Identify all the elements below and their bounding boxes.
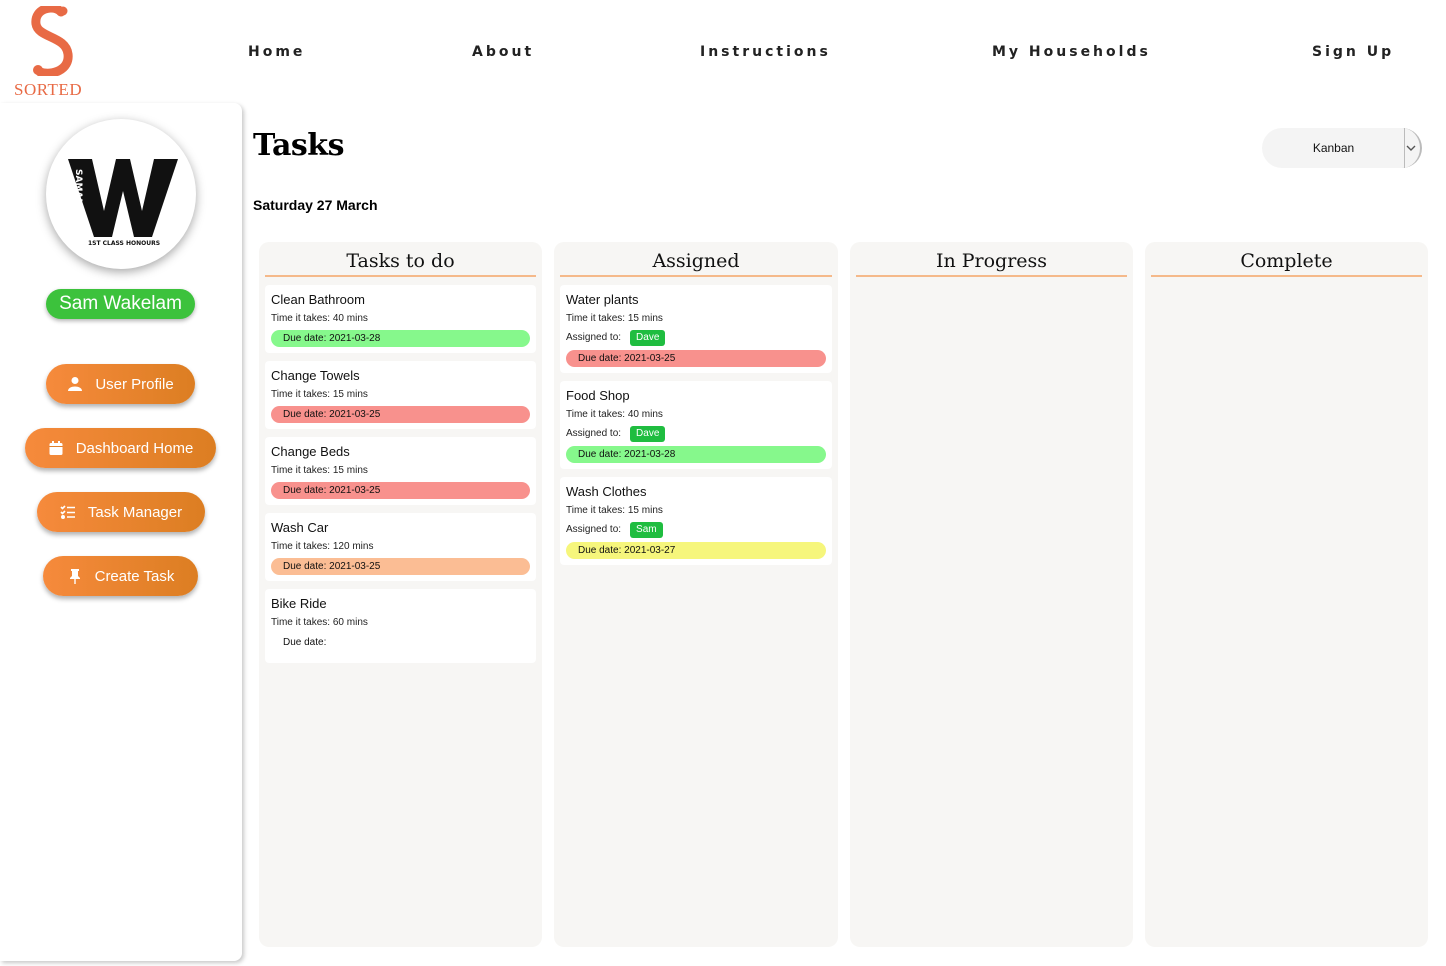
column-title: Assigned bbox=[560, 250, 832, 277]
avatar-image: SAMANTHA 1ST CLASS HONOURS bbox=[68, 159, 178, 247]
sidebar: SAMANTHA 1ST CLASS HONOURS Sam Wakelam U… bbox=[0, 103, 242, 961]
task-list-icon bbox=[60, 504, 76, 520]
task-due-date: Due date: 2021-03-25 bbox=[566, 350, 826, 367]
task-card[interactable]: Wash Car Time it takes: 120 mins Due dat… bbox=[265, 513, 536, 581]
chevron-down-icon[interactable] bbox=[1406, 141, 1416, 159]
task-time: Time it takes: 40 mins bbox=[271, 313, 368, 324]
brand-logo[interactable]: SORTED bbox=[12, 6, 92, 99]
avatar-caption-text: 1ST CLASS HONOURS bbox=[88, 240, 160, 247]
assigned-label: Assigned to: bbox=[566, 524, 622, 535]
column-title: Complete bbox=[1151, 250, 1422, 277]
dashboard-home-label: Dashboard Home bbox=[75, 439, 194, 457]
column-title: In Progress bbox=[856, 250, 1127, 277]
task-card[interactable]: Wash Clothes Time it takes: 15 mins Assi… bbox=[560, 477, 832, 565]
user-name-badge: Sam Wakelam bbox=[46, 289, 195, 319]
assigned-label: Assigned to: bbox=[566, 332, 622, 343]
task-time: Time it takes: 60 mins bbox=[271, 617, 368, 628]
view-select-value: Kanban bbox=[1312, 141, 1355, 155]
card-list: Water plants Time it takes: 15 mins Assi… bbox=[560, 285, 832, 573]
task-assignment: Assigned to: Dave bbox=[566, 426, 826, 442]
task-due-date: Due date: bbox=[283, 637, 327, 648]
task-manager-label: Task Manager bbox=[87, 503, 183, 521]
task-card[interactable]: Water plants Time it takes: 15 mins Assi… bbox=[560, 285, 832, 373]
task-assignment: Assigned to: Dave bbox=[566, 330, 826, 346]
task-card[interactable]: Change Towels Time it takes: 15 mins Due… bbox=[265, 361, 536, 429]
user-icon bbox=[67, 376, 83, 392]
task-card[interactable]: Food Shop Time it takes: 40 mins Assigne… bbox=[560, 381, 832, 469]
user-profile-label: User Profile bbox=[95, 375, 174, 393]
assignee-badge: Dave bbox=[630, 330, 666, 346]
task-card[interactable]: Clean Bathroom Time it takes: 40 mins Du… bbox=[265, 285, 536, 353]
create-task-label: Create Task bbox=[94, 567, 175, 585]
column-complete: Complete bbox=[1145, 242, 1428, 947]
nav-instructions[interactable]: Instructions bbox=[700, 44, 831, 60]
task-title: Wash Car bbox=[271, 520, 329, 535]
view-select-divider bbox=[1404, 128, 1405, 168]
task-time: Time it takes: 120 mins bbox=[271, 541, 374, 552]
card-list: Clean Bathroom Time it takes: 40 mins Du… bbox=[265, 285, 536, 671]
create-task-button[interactable]: Create Task bbox=[43, 556, 198, 596]
dashboard-home-button[interactable]: Dashboard Home bbox=[25, 428, 216, 468]
task-due-date: Due date: 2021-03-25 bbox=[271, 558, 530, 575]
task-title: Change Beds bbox=[271, 444, 350, 459]
task-due-date: Due date: 2021-03-28 bbox=[271, 330, 530, 347]
nav-my-households[interactable]: My Households bbox=[992, 44, 1151, 60]
brand-name: SORTED bbox=[14, 80, 83, 99]
nav-about[interactable]: About bbox=[472, 44, 534, 60]
assignee-badge: Dave bbox=[630, 426, 666, 442]
column-title: Tasks to do bbox=[265, 250, 536, 277]
task-manager-button[interactable]: Task Manager bbox=[37, 492, 205, 532]
task-time: Time it takes: 40 mins bbox=[566, 409, 663, 420]
pin-icon bbox=[67, 568, 83, 584]
column-in-progress: In Progress bbox=[850, 242, 1133, 947]
task-time: Time it takes: 15 mins bbox=[566, 505, 663, 516]
task-title: Wash Clothes bbox=[566, 484, 647, 499]
assigned-label: Assigned to: bbox=[566, 428, 622, 439]
view-select[interactable]: Kanban bbox=[1262, 128, 1422, 168]
task-due-date: Due date: 2021-03-27 bbox=[566, 542, 826, 559]
task-due-date: Due date: 2021-03-25 bbox=[271, 482, 530, 499]
task-time: Time it takes: 15 mins bbox=[271, 465, 368, 476]
task-title: Water plants bbox=[566, 292, 639, 307]
column-tasks-to-do: Tasks to do Clean Bathroom Time it takes… bbox=[259, 242, 542, 947]
task-title: Change Towels bbox=[271, 368, 360, 383]
column-assigned: Assigned Water plants Time it takes: 15 … bbox=[554, 242, 838, 947]
avatar-name-text: SAMANTHA bbox=[73, 169, 83, 227]
task-title: Clean Bathroom bbox=[271, 292, 365, 307]
nav-home[interactable]: Home bbox=[248, 44, 305, 60]
page-title: Tasks bbox=[253, 128, 344, 163]
task-title: Bike Ride bbox=[271, 596, 327, 611]
task-due-date: Due date: 2021-03-25 bbox=[271, 406, 530, 423]
task-time: Time it takes: 15 mins bbox=[271, 389, 368, 400]
task-card[interactable]: Bike Ride Time it takes: 60 mins Due dat… bbox=[265, 589, 536, 663]
assignee-badge: Sam bbox=[630, 522, 663, 538]
user-profile-button[interactable]: User Profile bbox=[46, 364, 195, 404]
calendar-icon bbox=[48, 440, 64, 456]
task-card[interactable]: Change Beds Time it takes: 15 mins Due d… bbox=[265, 437, 536, 505]
avatar: SAMANTHA 1ST CLASS HONOURS bbox=[46, 119, 196, 269]
page-date: Saturday 27 March bbox=[253, 197, 378, 213]
nav-sign-up[interactable]: Sign Up bbox=[1312, 44, 1394, 60]
task-title: Food Shop bbox=[566, 388, 630, 403]
sorted-logo-icon bbox=[31, 6, 73, 76]
task-assignment: Assigned to: Sam bbox=[566, 522, 826, 538]
task-due-date: Due date: 2021-03-28 bbox=[566, 446, 826, 463]
task-time: Time it takes: 15 mins bbox=[566, 313, 663, 324]
